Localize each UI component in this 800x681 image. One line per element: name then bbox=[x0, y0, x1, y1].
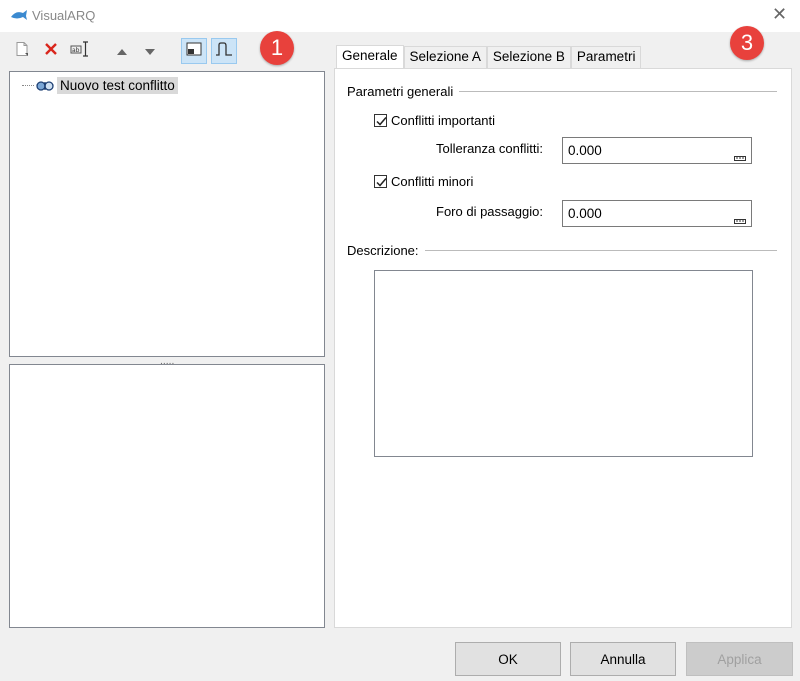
title-bar: VisualARQ ✕ bbox=[0, 0, 800, 32]
delete-button[interactable] bbox=[38, 38, 64, 64]
group-parametri-generali: Parametri generali bbox=[347, 84, 777, 99]
visualarq-fish-icon bbox=[10, 9, 28, 25]
ok-button[interactable]: OK bbox=[455, 642, 561, 676]
svg-text:ab: ab bbox=[72, 47, 80, 54]
description-label: Descrizione: bbox=[347, 243, 419, 258]
apply-button[interactable]: Applica bbox=[686, 642, 793, 676]
checkbox-label: Conflitti importanti bbox=[391, 113, 496, 128]
group-title: Parametri generali bbox=[347, 84, 454, 99]
description-textarea[interactable] bbox=[374, 270, 753, 457]
callout-badge-3: 3 bbox=[730, 26, 764, 60]
ruler-icon[interactable] bbox=[734, 212, 746, 227]
new-button[interactable] bbox=[9, 38, 35, 64]
conflitti-importanti-checkbox[interactable]: Conflitti importanti bbox=[374, 113, 495, 128]
cancel-button[interactable]: Annulla bbox=[570, 642, 676, 676]
tree-item[interactable]: Nuovo test conflitto bbox=[22, 77, 178, 94]
window-title: VisualARQ bbox=[32, 8, 96, 23]
move-up-icon bbox=[117, 44, 127, 59]
checkbox-checked-icon[interactable] bbox=[374, 114, 387, 127]
conflitti-minori-checkbox[interactable]: Conflitti minori bbox=[374, 174, 473, 189]
clash-test-icon bbox=[36, 79, 54, 93]
callout-badge-1: 1 bbox=[260, 31, 294, 65]
profile-icon bbox=[215, 41, 233, 61]
tab-selezione-a[interactable]: Selezione A bbox=[403, 46, 487, 68]
tree-item-label: Nuovo test conflitto bbox=[57, 77, 178, 94]
foro-passaggio-input[interactable]: 0.000 bbox=[562, 200, 752, 227]
new-icon bbox=[14, 41, 30, 61]
layout-button[interactable] bbox=[181, 38, 207, 64]
tab-generale[interactable]: Generale bbox=[336, 45, 404, 69]
clash-test-tree[interactable]: Nuovo test conflitto bbox=[9, 71, 325, 357]
ruler-icon[interactable] bbox=[734, 149, 746, 164]
tolleranza-input[interactable]: 0.000 bbox=[562, 137, 752, 164]
foro-passaggio-label: Foro di passaggio: bbox=[436, 204, 543, 219]
tab-parametri[interactable]: Parametri bbox=[570, 46, 642, 68]
tab-selezione-b[interactable]: Selezione B bbox=[486, 46, 571, 68]
rename-icon: ab bbox=[70, 40, 90, 62]
rename-button[interactable]: ab bbox=[67, 38, 93, 64]
tolleranza-label: Tolleranza conflitti: bbox=[436, 141, 543, 156]
close-icon[interactable]: ✕ bbox=[772, 6, 787, 24]
layout-icon bbox=[186, 42, 202, 60]
checkbox-checked-icon[interactable] bbox=[374, 175, 387, 188]
tab-content-generale: Parametri generali Conflitti importanti … bbox=[334, 68, 792, 628]
move-up-button[interactable] bbox=[109, 38, 135, 64]
delete-icon bbox=[44, 42, 58, 60]
profile-button[interactable] bbox=[211, 38, 237, 64]
checkbox-label: Conflitti minori bbox=[391, 174, 474, 189]
tab-strip: Generale Selezione A Selezione B Paramet… bbox=[336, 45, 642, 69]
detail-panel[interactable] bbox=[9, 364, 325, 628]
group-descrizione: Descrizione: bbox=[347, 243, 777, 258]
move-down-button[interactable] bbox=[137, 38, 163, 64]
move-down-icon bbox=[145, 44, 155, 59]
